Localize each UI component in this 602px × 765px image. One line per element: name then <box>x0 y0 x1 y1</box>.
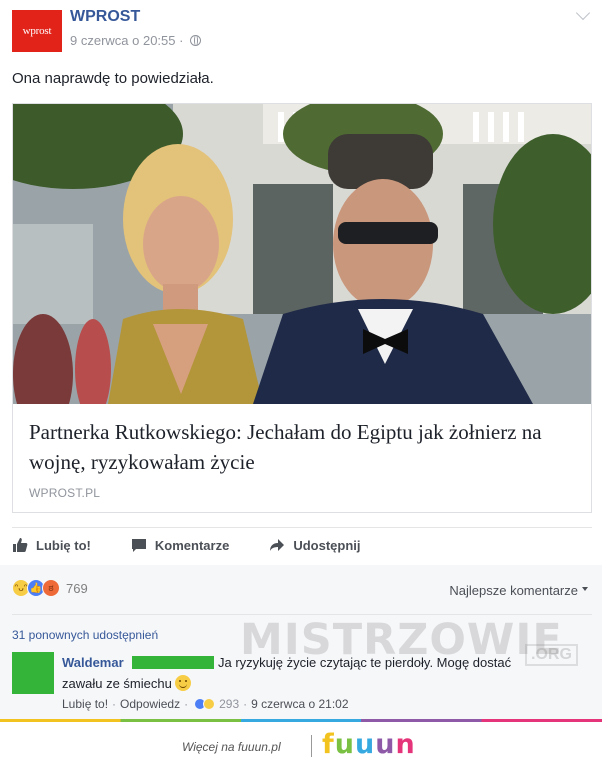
logo-text: wprost <box>22 25 52 37</box>
logo-letter: u <box>334 729 355 760</box>
comment-text: Ja ryzykuję życie czytając te pierdoły. … <box>218 655 512 670</box>
comment-reply-link[interactable]: Odpowiedz <box>120 697 180 711</box>
share-button[interactable]: Udostępnij <box>269 537 360 553</box>
footer-divider <box>311 735 312 757</box>
link-preview-card[interactable]: Partnerka Rutkowskiego: Jechałam do Egip… <box>12 103 592 513</box>
meta-dot: · <box>243 697 248 711</box>
logo-letter: f <box>322 729 335 760</box>
speech-bubble-icon <box>131 539 146 552</box>
caret-down-icon <box>582 586 588 591</box>
logo-letter: n <box>395 729 416 760</box>
meta-dot: · <box>184 697 189 711</box>
page-name-link[interactable]: WPROST <box>70 8 140 26</box>
post-timestamp[interactable]: 9 czerwca o 20:55 · <box>70 33 202 48</box>
footer-tagline[interactable]: Więcej na fuuun.pl <box>182 740 281 754</box>
comment-meta: Lubię to! · Odpowiedz · 293 · 9 czerwca … <box>62 697 349 711</box>
reactions-summary[interactable]: ᵔᴗᵔ 👍 ಠ 769 <box>12 579 88 597</box>
commenter-name[interactable]: Waldemar <box>62 655 124 670</box>
post-timestamp-text: 9 czerwca o 20:55 · <box>70 33 184 48</box>
link-preview-title[interactable]: Partnerka Rutkowskiego: Jechałam do Egip… <box>29 417 569 477</box>
redacted-surname <box>132 656 214 669</box>
comment-reactions[interactable] <box>194 698 216 710</box>
logo-letter: u <box>375 729 396 760</box>
link-preview-domain: WPROST.PL <box>29 486 101 500</box>
fuuun-logo[interactable]: fuuun <box>322 729 416 760</box>
comment-label: Komentarze <box>154 537 230 553</box>
facebook-post: wprost WPROST 9 czerwca o 20:55 · Ona na… <box>0 0 602 722</box>
reaction-count: 769 <box>66 580 88 596</box>
globe-icon <box>190 35 202 46</box>
comment-like-link[interactable]: Lubię to! <box>62 697 108 711</box>
post-text: Ona naprawdę to powiedziała. <box>12 70 214 87</box>
logo-letter: u <box>354 729 376 760</box>
angry-reaction-icon: ಠ <box>42 579 60 597</box>
like-button[interactable]: Lubię to! <box>12 537 91 553</box>
thumbs-up-icon <box>13 538 28 552</box>
meta-dot: · <box>112 697 117 711</box>
comment-text-line2: zawału ze śmiechu <box>62 675 172 691</box>
commenter-avatar[interactable] <box>12 652 54 694</box>
watermark-tld: .ORG <box>525 644 578 666</box>
share-arrow-icon <box>270 539 285 551</box>
comment-time[interactable]: 9 czerwca o 21:02 <box>251 697 348 711</box>
link-preview-image[interactable] <box>13 104 591 404</box>
share-label: Udostępnij <box>293 537 361 553</box>
comment-button[interactable]: Komentarze <box>131 537 229 553</box>
like-label: Lubię to! <box>36 537 91 553</box>
haha-reaction-icon <box>203 698 216 710</box>
comment-text-continued: zawału ze śmiechu <box>62 675 191 691</box>
footer <box>0 722 602 765</box>
shares-link[interactable]: 31 ponownych udostępnień <box>12 628 158 642</box>
comment-reaction-count: 293 <box>219 697 240 711</box>
comment-sort-label: Najlepsze komentarze <box>449 583 578 598</box>
page-avatar-logo[interactable]: wprost <box>12 10 62 52</box>
chevron-down-icon[interactable] <box>575 5 591 21</box>
comment-sort-dropdown[interactable]: Najlepsze komentarze <box>449 583 588 598</box>
post-actions-bar: Lubię to! Komentarze Udostępnij <box>12 527 592 563</box>
smiley-emoji-icon <box>174 675 191 691</box>
